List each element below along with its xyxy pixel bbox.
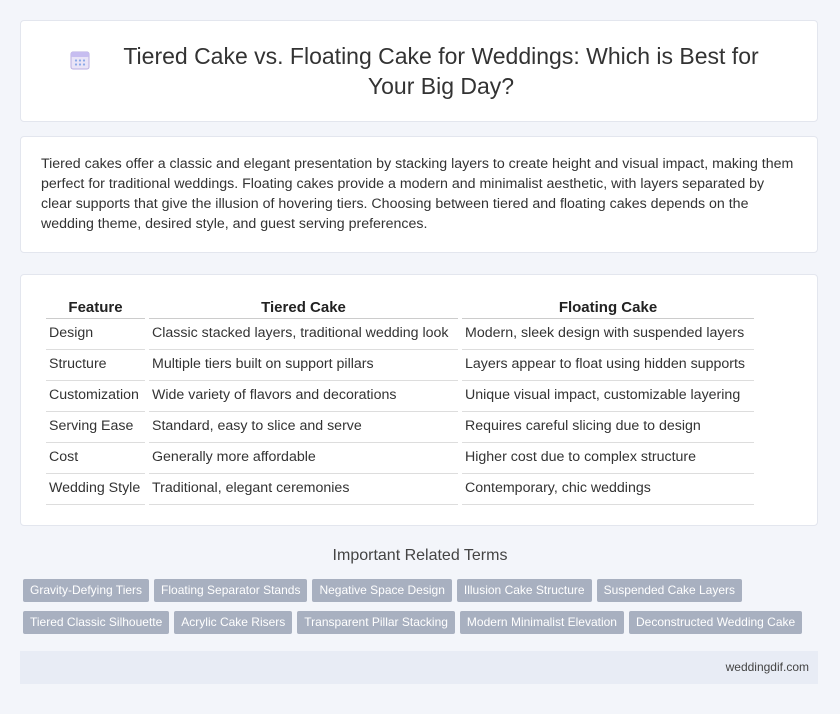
related-tag[interactable]: Deconstructed Wedding Cake (628, 611, 803, 634)
table-cell: Unique visual impact, customizable layer… (462, 381, 754, 412)
table-cell: Classic stacked layers, traditional wedd… (149, 319, 458, 350)
related-tag[interactable]: Acrylic Cake Risers (174, 611, 293, 634)
table-row: Wedding Style Traditional, elegant cerem… (46, 474, 754, 505)
table-cell: Design (46, 319, 145, 350)
table-cell: Multiple tiers built on support pillars (149, 350, 458, 381)
comparison-card: Feature Tiered Cake Floating Cake Design… (20, 274, 818, 526)
related-tag[interactable]: Modern Minimalist Elevation (459, 611, 624, 634)
table-cell: Requires careful slicing due to design (462, 412, 754, 443)
table-header-row: Feature Tiered Cake Floating Cake (46, 295, 754, 319)
column-header-floating: Floating Cake (462, 295, 754, 319)
table-cell: Generally more affordable (149, 443, 458, 474)
table-row: Serving Ease Standard, easy to slice and… (46, 412, 754, 443)
footer-domain[interactable]: weddingdif.com (726, 660, 809, 674)
table-cell: Serving Ease (46, 412, 145, 443)
header-card: Tiered Cake vs. Floating Cake for Weddin… (20, 20, 818, 122)
comparison-table: Feature Tiered Cake Floating Cake Design… (42, 295, 758, 505)
table-cell: Standard, easy to slice and serve (149, 412, 458, 443)
related-terms-title: Important Related Terms (332, 547, 508, 564)
table-cell: Customization (46, 381, 145, 412)
related-tag[interactable]: Floating Separator Stands (154, 579, 308, 602)
table-row: Customization Wide variety of flavors an… (46, 381, 754, 412)
table-cell: Wide variety of flavors and decorations (149, 381, 458, 412)
related-tags: Gravity-Defying Tiers Floating Separator … (23, 579, 823, 643)
related-tag[interactable]: Suspended Cake Layers (596, 579, 743, 602)
title-wrap: Tiered Cake vs. Floating Cake for Weddin… (69, 41, 769, 101)
page-title: Tiered Cake vs. Floating Cake for Weddin… (123, 43, 759, 99)
table-cell: Traditional, elegant ceremonies (149, 474, 458, 505)
column-header-tiered: Tiered Cake (149, 295, 458, 319)
intro-card: Tiered cakes offer a classic and elegant… (20, 136, 818, 253)
table-cell: Modern, sleek design with suspended laye… (462, 319, 754, 350)
table-cell: Structure (46, 350, 145, 381)
table-cell: Higher cost due to complex structure (462, 443, 754, 474)
table-row: Design Classic stacked layers, tradition… (46, 319, 754, 350)
related-tag[interactable]: Negative Space Design (312, 579, 452, 602)
intro-text: Tiered cakes offer a classic and elegant… (41, 156, 794, 232)
table-cell: Wedding Style (46, 474, 145, 505)
related-tag[interactable]: Gravity-Defying Tiers (23, 579, 150, 602)
related-tag[interactable]: Transparent Pillar Stacking (297, 611, 455, 634)
footer: weddingdif.com (20, 651, 818, 684)
table-cell: Contemporary, chic weddings (462, 474, 754, 505)
table-row: Cost Generally more affordable Higher co… (46, 443, 754, 474)
table-cell: Cost (46, 443, 145, 474)
table-cell: Layers appear to float using hidden supp… (462, 350, 754, 381)
column-header-feature: Feature (46, 295, 145, 319)
related-tag[interactable]: Tiered Classic Silhouette (23, 611, 170, 634)
table-row: Structure Multiple tiers built on suppor… (46, 350, 754, 381)
related-tag[interactable]: Illusion Cake Structure (456, 579, 592, 602)
calendar-icon (70, 51, 90, 70)
